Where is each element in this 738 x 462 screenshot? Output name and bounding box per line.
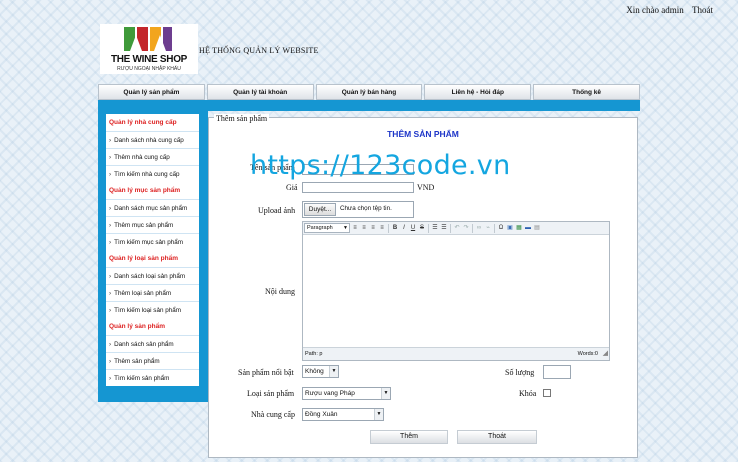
- main-menu: Quản lý sản phẩm Quản lý tài khoản Quản …: [98, 84, 640, 100]
- underline-icon[interactable]: U: [409, 224, 417, 233]
- sidebar-group-title: Quản lý mục sản phẩm: [109, 187, 181, 194]
- menu-product-management[interactable]: Quản lý sản phẩm: [98, 84, 205, 100]
- bold-icon[interactable]: B: [391, 224, 399, 233]
- special-char-icon[interactable]: Ω: [497, 224, 505, 233]
- quantity-input[interactable]: [543, 365, 571, 379]
- sidebar-item-search-type[interactable]: Tìm kiếm loại sản phẩm: [106, 301, 199, 318]
- rich-text-editor: Paragraph ▼ ≡ ≡ ≡ ≡ B I U S ☰ ☰ ↶ ↷ ∞ ⌁ …: [302, 221, 610, 361]
- align-right-icon[interactable]: ≡: [369, 224, 377, 233]
- menu-account-management[interactable]: Quản lý tài khoản: [206, 84, 314, 100]
- sidebar-item-search-supplier[interactable]: Tìm kiếm nhà cung cấp: [106, 165, 199, 182]
- unlink-icon[interactable]: ⌁: [484, 224, 492, 233]
- toolbar-divider: [494, 223, 495, 233]
- media-icon[interactable]: ▬: [524, 224, 532, 233]
- sidebar-item-add-supplier[interactable]: Thêm nhà cung cấp: [106, 148, 199, 165]
- editor-content-area[interactable]: [303, 235, 609, 349]
- italic-icon[interactable]: I: [400, 224, 408, 233]
- upload-label: Upload ảnh: [258, 206, 296, 215]
- category-select[interactable]: Rượu vang Pháp ▼: [302, 387, 391, 400]
- table-icon[interactable]: ▦: [515, 224, 523, 233]
- form-title: THÊM SẢN PHẨM: [387, 129, 459, 139]
- logo-name: THE WINE SHOP: [110, 54, 188, 65]
- price-label: Giá: [286, 183, 298, 192]
- menu-sales-management[interactable]: Quản lý bán hàng: [315, 84, 423, 100]
- logo-tagline: RƯỢU NGOẠI NHẬP KHẨU: [117, 66, 181, 72]
- upload-status: Chưa chọn tệp tin.: [340, 205, 392, 212]
- toolbar-divider: [472, 223, 473, 233]
- menu-statistics[interactable]: Thống kê: [533, 84, 640, 100]
- add-product-button[interactable]: Thêm: [370, 430, 448, 444]
- wine-bottles-icon: [124, 27, 172, 51]
- supplier-select[interactable]: Đồng Xuân ▼: [302, 408, 384, 421]
- resize-handle-icon[interactable]: ◢: [603, 348, 608, 360]
- link-icon[interactable]: ∞: [475, 224, 483, 233]
- toolbar-divider: [428, 223, 429, 233]
- lock-checkbox[interactable]: [543, 389, 551, 397]
- numbered-list-icon[interactable]: ☰: [440, 224, 448, 233]
- category-value: Rượu vang Pháp: [305, 390, 355, 397]
- user-bar: Xin chào admin Thoát: [620, 5, 713, 15]
- code-icon[interactable]: ▤: [533, 224, 541, 233]
- sidebar-item-section-list[interactable]: Danh sách mục sản phẩm: [106, 199, 199, 216]
- featured-value: Không: [305, 368, 324, 375]
- chevron-down-icon: ▼: [381, 388, 390, 399]
- menu-contact-faq[interactable]: Liên hệ - Hỏi đáp: [424, 84, 532, 100]
- watermark-text: https://123code.vn: [250, 150, 511, 181]
- chevron-down-icon: ▼: [329, 366, 338, 377]
- supplier-value: Đồng Xuân: [305, 411, 338, 418]
- quantity-label: Số lượng: [505, 368, 535, 377]
- toolbar-divider: [450, 223, 451, 233]
- price-input[interactable]: [302, 182, 414, 193]
- site-title: HỆ THỐNG QUẢN LÝ WEBSITE: [199, 46, 319, 55]
- editor-toolbar: Paragraph ▼ ≡ ≡ ≡ ≡ B I U S ☰ ☰ ↶ ↷ ∞ ⌁ …: [303, 222, 609, 235]
- panel-legend: Thêm sản phẩm: [214, 114, 270, 123]
- sidebar-item-add-type[interactable]: Thêm loại sản phẩm: [106, 284, 199, 301]
- category-label: Loại sản phẩm: [247, 389, 295, 398]
- browse-button[interactable]: Duyệt...: [304, 203, 336, 216]
- align-left-icon[interactable]: ≡: [351, 224, 359, 233]
- sidebar-item-add-section[interactable]: Thêm mục sản phẩm: [106, 216, 199, 233]
- sidebar-item-search-section[interactable]: Tìm kiếm mục sản phẩm: [106, 233, 199, 250]
- sidebar-item-product-list[interactable]: Danh sách sản phẩm: [106, 335, 199, 352]
- sidebar-group-title: Quản lý sản phẩm: [109, 323, 165, 330]
- chevron-down-icon: ▼: [374, 409, 383, 420]
- redo-icon[interactable]: ↷: [462, 224, 470, 233]
- greeting-text: Xin chào admin: [626, 5, 684, 15]
- sidebar: Quản lý nhà cung cấp Danh sách nhà cung …: [98, 111, 208, 402]
- sidebar-item-search-product[interactable]: Tìm kiếm sản phẩm: [106, 369, 199, 386]
- chevron-down-icon: ▼: [343, 225, 348, 231]
- sidebar-item-add-product[interactable]: Thêm sản phẩm: [106, 352, 199, 369]
- header-strip: [98, 100, 640, 111]
- featured-select[interactable]: Không ▼: [302, 365, 339, 378]
- supplier-label: Nhà cung cấp: [251, 410, 295, 419]
- format-value: Paragraph: [307, 225, 333, 231]
- strikethrough-icon[interactable]: S: [418, 224, 426, 233]
- sidebar-item-supplier-list[interactable]: Danh sách nhà cung cấp: [106, 131, 199, 148]
- lock-label: Khóa: [519, 389, 537, 398]
- align-justify-icon[interactable]: ≡: [378, 224, 386, 233]
- price-unit: VND: [417, 183, 435, 192]
- exit-button[interactable]: Thoát: [457, 430, 537, 444]
- logout-link[interactable]: Thoát: [692, 5, 713, 15]
- content-label: Nội dung: [265, 287, 295, 296]
- undo-icon[interactable]: ↶: [453, 224, 461, 233]
- featured-label: Sản phẩm nổi bật: [238, 368, 294, 377]
- sidebar-menu: Quản lý nhà cung cấp Danh sách nhà cung …: [106, 114, 199, 386]
- sidebar-group-title: Quản lý nhà cung cấp: [109, 119, 177, 126]
- site-logo[interactable]: THE WINE SHOP RƯỢU NGOẠI NHẬP KHẨU: [100, 24, 198, 74]
- editor-status-bar: Path: p Words:0 ◢: [303, 347, 609, 360]
- format-select[interactable]: Paragraph ▼: [304, 223, 350, 233]
- editor-word-count: Words:0: [577, 351, 598, 357]
- sidebar-item-type-list[interactable]: Danh sách loại sản phẩm: [106, 267, 199, 284]
- sidebar-group-title: Quản lý loại sản phẩm: [109, 255, 178, 262]
- editor-path: Path: p: [305, 351, 323, 357]
- bullet-list-icon[interactable]: ☰: [431, 224, 439, 233]
- align-center-icon[interactable]: ≡: [360, 224, 368, 233]
- toolbar-divider: [388, 223, 389, 233]
- image-icon[interactable]: ▣: [506, 224, 514, 233]
